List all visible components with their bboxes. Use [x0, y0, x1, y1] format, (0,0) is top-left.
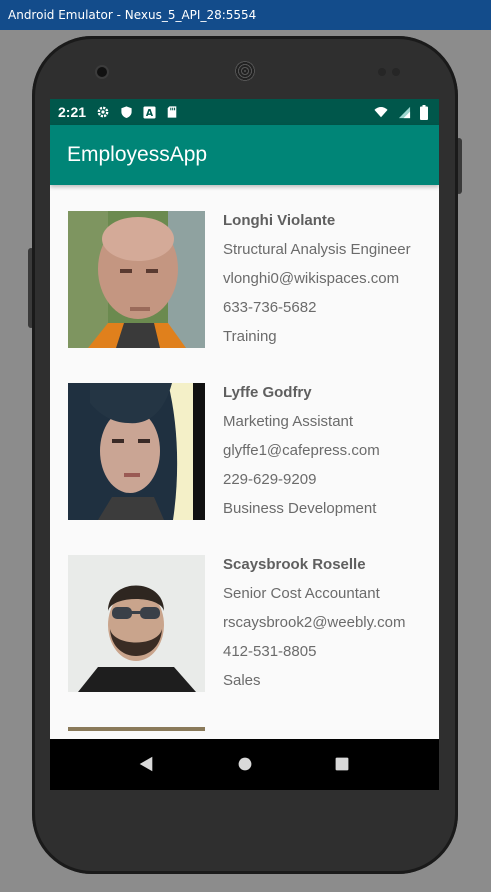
wifi-icon	[374, 105, 388, 119]
employee-phone: 412-531-8805	[223, 643, 317, 660]
earpiece-speaker	[235, 61, 255, 81]
sd-card-icon	[165, 105, 179, 119]
employee-photo	[68, 383, 205, 520]
employee-info: Lyffe Godfry Marketing Assistant glyffe1…	[223, 383, 380, 528]
svg-text:A: A	[145, 108, 153, 119]
employee-department: Business Development	[223, 500, 377, 517]
signal-icon	[397, 105, 411, 119]
employee-phone: 229-629-9209	[223, 471, 317, 488]
device-screen: 2:21 A EmployessApp Longhi Violante Stru…	[50, 99, 439, 790]
employee-email: glyffe1@cafepress.com	[223, 442, 380, 459]
employee-title: Structural Analysis Engineer	[223, 241, 411, 258]
proximity-sensor	[378, 68, 386, 76]
app-title: EmployessApp	[67, 143, 208, 166]
employee-photo	[68, 555, 205, 692]
employee-photo	[68, 211, 205, 348]
gear-icon	[96, 105, 110, 119]
employee-email: vlonghi0@wikispaces.com	[223, 270, 400, 287]
battery-icon	[417, 104, 431, 120]
employee-department: Training	[223, 328, 277, 345]
app-toolbar: EmployessApp	[50, 125, 439, 185]
light-sensor	[392, 68, 400, 76]
a-icon: A	[142, 105, 156, 119]
status-time: 2:21	[58, 104, 87, 120]
employee-card[interactable]: Longhi Violante Structural Analysis Engi…	[50, 185, 439, 357]
employee-title: Marketing Assistant	[223, 413, 354, 430]
employee-card[interactable]	[50, 701, 439, 739]
employee-title: Senior Cost Accountant	[223, 585, 380, 602]
back-icon[interactable]	[136, 754, 156, 774]
employee-info: Scaysbrook Roselle Senior Cost Accountan…	[223, 555, 406, 700]
employee-card[interactable]: Lyffe Godfry Marketing Assistant glyffe1…	[50, 357, 439, 529]
employee-department: Sales	[223, 672, 261, 689]
navigation-bar	[50, 739, 439, 790]
employee-email: rscaysbrook2@weebly.com	[223, 614, 406, 631]
employee-list[interactable]: Longhi Violante Structural Analysis Engi…	[50, 185, 439, 739]
employee-name: Scaysbrook Roselle	[223, 556, 366, 573]
employee-info: Longhi Violante Structural Analysis Engi…	[223, 211, 411, 356]
employee-card[interactable]: Scaysbrook Roselle Senior Cost Accountan…	[50, 529, 439, 701]
employee-name: Longhi Violante	[223, 212, 336, 229]
status-bar: 2:21 A	[50, 99, 439, 125]
emulator-window-title: Android Emulator - Nexus_5_API_28:5554	[0, 0, 491, 30]
employee-name: Lyffe Godfry	[223, 384, 312, 401]
recents-icon[interactable]	[332, 754, 352, 774]
employee-phone: 633-736-5682	[223, 299, 317, 316]
front-camera	[97, 67, 107, 77]
employee-photo	[68, 727, 205, 739]
shield-icon	[119, 105, 133, 119]
home-icon[interactable]	[235, 754, 255, 774]
